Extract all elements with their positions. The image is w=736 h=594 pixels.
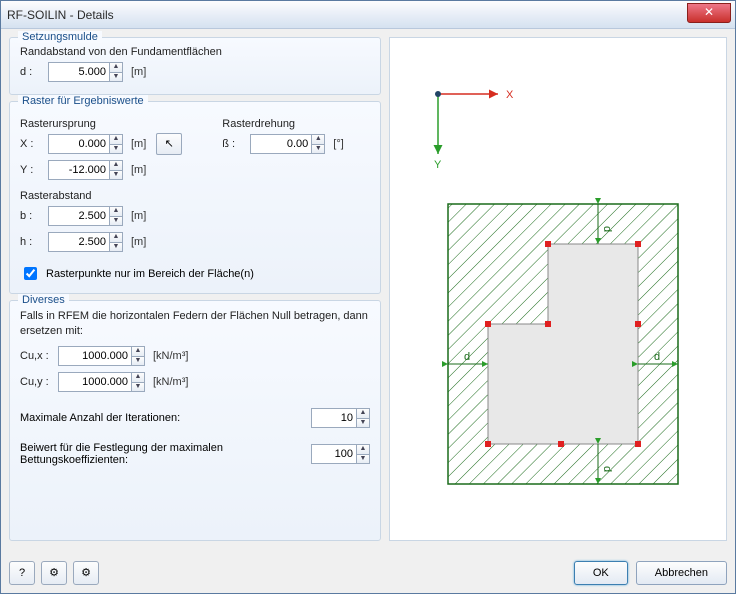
group-raster: Raster für Ergebniswerte Rasterursprung … [9, 101, 381, 294]
dialog-window: RF-SOILIN - Details ✕ Setzungsmulde Rand… [0, 0, 736, 594]
spin-down-icon[interactable]: ▼ [109, 170, 123, 180]
h-unit: [m] [131, 236, 146, 248]
spin-up-icon[interactable]: ▲ [356, 408, 370, 418]
x-label: X : [20, 138, 48, 150]
b-unit: [m] [131, 210, 146, 222]
axis-y-label: Y [434, 159, 442, 171]
group-title-diverses: Diverses [18, 294, 69, 306]
cux-label: Cu,x : [20, 350, 58, 362]
spin-down-icon[interactable]: ▼ [356, 418, 370, 428]
spin-up-icon[interactable]: ▲ [109, 160, 123, 170]
abstand-label: Rasterabstand [20, 190, 370, 202]
pick-point-button[interactable]: ↖ [156, 133, 182, 155]
axis-x-label: X [506, 89, 514, 101]
y-unit: [m] [131, 164, 146, 176]
units-button-2[interactable]: ⚙ [73, 561, 99, 585]
dim-d-left: d [464, 351, 470, 363]
ok-button[interactable]: OK [574, 561, 628, 585]
dim-d-right: d [654, 351, 660, 363]
spin-up-icon[interactable]: ▲ [131, 346, 145, 356]
group-title-raster: Raster für Ergebniswerte [18, 95, 148, 107]
units-button-1[interactable]: ⚙ [41, 561, 67, 585]
group-setzungsmulde: Setzungsmulde Randabstand von den Fundam… [9, 37, 381, 95]
group-diverses: Diverses Falls in RFEM die horizontalen … [9, 300, 381, 541]
spin-down-icon[interactable]: ▼ [109, 144, 123, 154]
cuy-label: Cu,y : [20, 376, 58, 388]
beiwert-input[interactable] [311, 444, 357, 464]
drehung-label: Rasterdrehung [222, 118, 370, 130]
h-input[interactable] [48, 232, 110, 252]
b-input[interactable] [48, 206, 110, 226]
rasterpoints-checkbox[interactable] [24, 267, 37, 280]
y-input[interactable] [48, 160, 110, 180]
d-label: d : [20, 66, 48, 78]
iter-label: Maximale Anzahl der Iterationen: [20, 412, 311, 424]
ursprung-label: Rasterursprung [20, 118, 182, 130]
help-button[interactable]: ? [9, 561, 35, 585]
y-label: Y : [20, 164, 48, 176]
beta-unit: [°] [333, 138, 344, 150]
spin-up-icon[interactable]: ▲ [131, 372, 145, 382]
titlebar: RF-SOILIN - Details ✕ [1, 1, 735, 29]
b-label: b : [20, 210, 48, 222]
cuy-input[interactable] [58, 372, 132, 392]
spin-up-icon[interactable]: ▲ [311, 134, 325, 144]
cancel-button[interactable]: Abbrechen [636, 561, 727, 585]
spin-up-icon[interactable]: ▲ [109, 134, 123, 144]
diverses-intro: Falls in RFEM die horizontalen Federn de… [20, 309, 370, 340]
spin-down-icon[interactable]: ▼ [311, 144, 325, 154]
x-unit: [m] [131, 138, 146, 150]
spin-down-icon[interactable]: ▼ [131, 356, 145, 366]
spin-down-icon[interactable]: ▼ [109, 72, 123, 82]
group-title-setzungsmulde: Setzungsmulde [18, 31, 102, 43]
spin-down-icon[interactable]: ▼ [356, 454, 370, 464]
diagram-svg: X Y [408, 64, 708, 514]
d-unit: [m] [131, 66, 146, 78]
spin-up-icon[interactable]: ▲ [109, 206, 123, 216]
rand-label: Randabstand von den Fundamentflächen [20, 46, 370, 58]
dim-d-bottom: d [601, 466, 613, 472]
cuy-unit: [kN/m³] [153, 376, 188, 388]
window-title: RF-SOILIN - Details [7, 8, 114, 22]
spin-down-icon[interactable]: ▼ [131, 382, 145, 392]
rasterpoints-label: Rasterpunkte nur im Bereich der Fläche(n… [46, 268, 254, 280]
close-button[interactable]: ✕ [687, 3, 731, 23]
preview-panel: X Y [389, 37, 727, 541]
beiwert-label: Beiwert für die Festlegung der maximalen… [20, 442, 311, 466]
x-input[interactable] [48, 134, 110, 154]
spin-down-icon[interactable]: ▼ [109, 216, 123, 226]
spin-down-icon[interactable]: ▼ [109, 242, 123, 252]
d-input[interactable] [48, 62, 110, 82]
beta-label: ß : [222, 138, 250, 150]
spin-up-icon[interactable]: ▲ [109, 62, 123, 72]
iter-input[interactable] [311, 408, 357, 428]
cux-input[interactable] [58, 346, 132, 366]
h-label: h : [20, 236, 48, 248]
spin-up-icon[interactable]: ▲ [109, 232, 123, 242]
spin-up-icon[interactable]: ▲ [356, 444, 370, 454]
beta-input[interactable] [250, 134, 312, 154]
dim-d-top: d [601, 226, 613, 232]
cux-unit: [kN/m³] [153, 350, 188, 362]
